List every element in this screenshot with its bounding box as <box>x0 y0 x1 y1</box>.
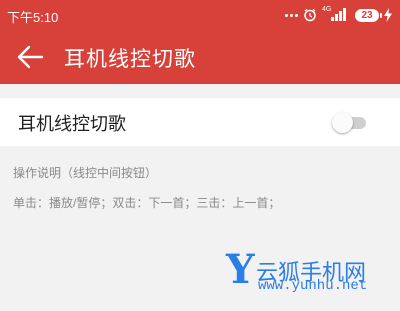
watermark-url: www.yunhu.net <box>258 278 368 294</box>
status-time: 下午5:10 <box>7 10 59 25</box>
battery-level: 23 <box>361 9 373 21</box>
page-title: 耳机线控切歌 <box>64 48 196 71</box>
help-heading: 操作说明（线控中间按钮） <box>13 166 158 180</box>
watermark-logo: Y <box>226 246 255 293</box>
battery-icon: 23 <box>355 8 382 22</box>
toolbar: 耳机线控切歌 <box>0 30 400 84</box>
toggle-knob <box>332 112 353 133</box>
status-icons: 4G 23 <box>285 6 392 23</box>
alarm-icon <box>304 8 316 22</box>
setting-label: 耳机线控切歌 <box>18 114 126 134</box>
signal-icon: 4G <box>322 6 350 22</box>
setting-row[interactable]: 耳机线控切歌 <box>0 98 400 146</box>
help-body: 单击：播放/暂停；双击：下一首；三击：上一首； <box>13 196 281 210</box>
status-bar: 下午5:10 4G 23 <box>0 0 400 30</box>
more-dots-icon <box>285 13 298 17</box>
arrow-left-icon <box>17 45 44 69</box>
back-button[interactable] <box>16 44 44 70</box>
toggle-switch[interactable] <box>332 112 370 133</box>
help-section: 操作说明（线控中间按钮） 单击：播放/暂停；双击：下一首；三击：上一首； <box>13 164 280 224</box>
charging-icon <box>384 8 392 22</box>
